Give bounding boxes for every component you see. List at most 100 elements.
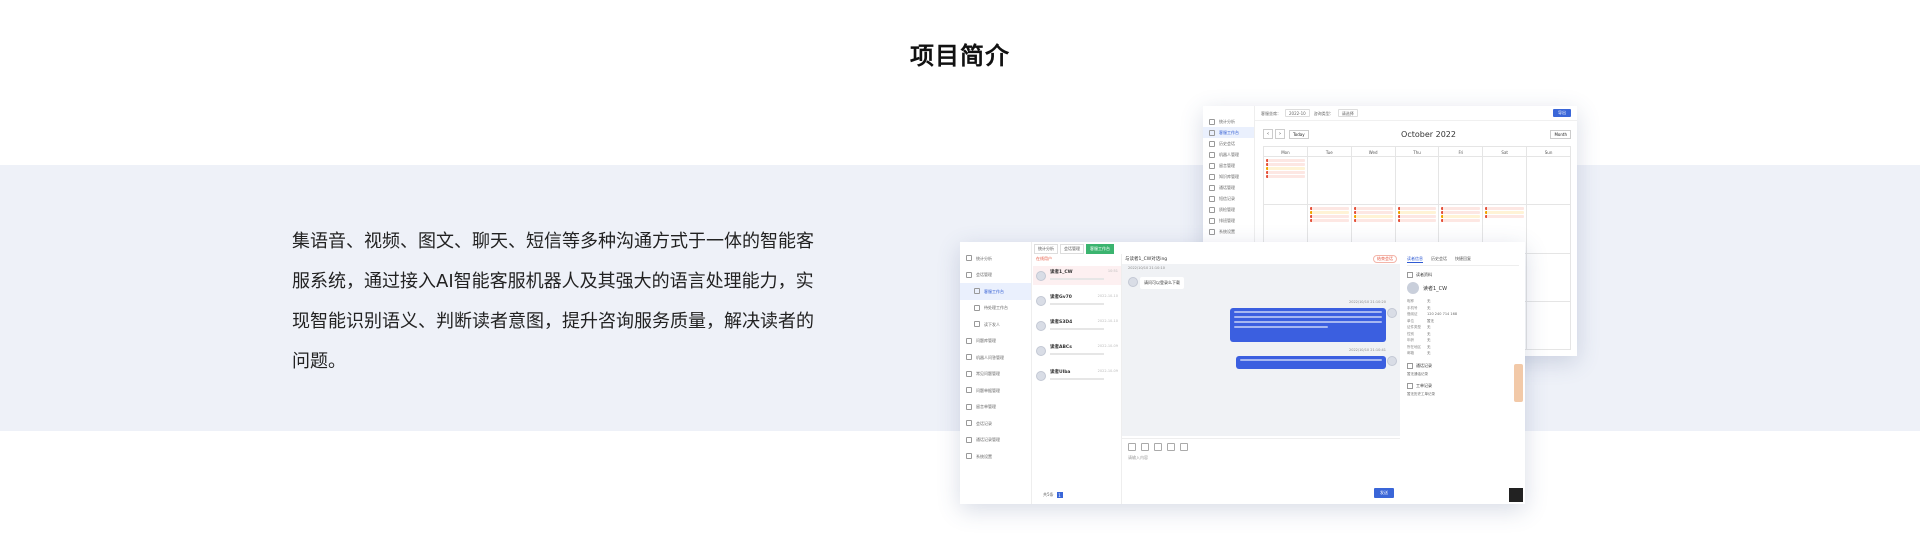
- calendar-event[interactable]: [1485, 207, 1525, 211]
- sidebar-item[interactable]: 统计分析: [960, 250, 1031, 267]
- calendar-event[interactable]: [1441, 215, 1481, 219]
- calendar-event[interactable]: [1309, 219, 1349, 223]
- month-view-button[interactable]: Month: [1550, 129, 1571, 139]
- sidebar-item[interactable]: 短信记录: [1203, 193, 1254, 204]
- sidebar-item[interactable]: 待处理工作台: [960, 300, 1031, 317]
- list-item[interactable]: 读者Ulba 2022-10-09: [1033, 366, 1121, 385]
- sidebar-item[interactable]: 留言单管理: [960, 399, 1031, 416]
- tab-stats[interactable]: 统计分析: [1034, 244, 1058, 254]
- contact-name: 读者1_CW: [1050, 270, 1073, 275]
- screenshot-icon[interactable]: [1154, 443, 1162, 451]
- calendar-event[interactable]: [1309, 207, 1349, 211]
- sidebar-item[interactable]: 问题库管理: [960, 333, 1031, 350]
- calendar-event[interactable]: [1397, 211, 1437, 215]
- calendar-event[interactable]: [1309, 215, 1349, 219]
- quick-reply-icon[interactable]: [1180, 443, 1188, 451]
- calendar-day-cell[interactable]: [1527, 157, 1571, 206]
- sidebar-item[interactable]: 客服工作台: [960, 283, 1031, 300]
- calendar-day-cell[interactable]: [1395, 157, 1440, 206]
- sidebar-item[interactable]: 系统设置: [1203, 226, 1254, 237]
- sidebar-item[interactable]: 留言管理: [1203, 160, 1254, 171]
- tab-quick-reply[interactable]: 快捷回复: [1455, 256, 1471, 263]
- sidebar-item[interactable]: 问题单据管理: [960, 382, 1031, 399]
- export-button[interactable]: 导出: [1553, 109, 1571, 117]
- calendar-event[interactable]: [1397, 219, 1437, 223]
- calendar-event[interactable]: [1485, 211, 1525, 215]
- agent-avatar: [1387, 308, 1397, 318]
- description-line: 集语音、视频、图文、聊天、短信等多种沟通方式于一体的智能客: [292, 231, 814, 252]
- sidebar-item[interactable]: 会话管理: [960, 267, 1031, 284]
- tab-sessions[interactable]: 会话管理: [1060, 244, 1084, 254]
- sidebar-item[interactable]: 会话记录: [960, 415, 1031, 432]
- list-item[interactable]: 读者S3D4 2022-10-10: [1033, 316, 1121, 335]
- sidebar-item[interactable]: 读下发人: [960, 316, 1031, 333]
- avatar: [1036, 271, 1046, 281]
- month-select[interactable]: 2022-10: [1285, 109, 1310, 117]
- calendar-event[interactable]: [1309, 211, 1349, 215]
- sidebar-item[interactable]: 机器人管理: [1203, 149, 1254, 160]
- sidebar-item[interactable]: 常见问题管理: [960, 366, 1031, 383]
- message-input[interactable]: 请输入内容: [1122, 455, 1400, 461]
- calendar-day-cell[interactable]: [1527, 205, 1571, 254]
- end-session-button[interactable]: 结束会话: [1373, 255, 1397, 263]
- calendar-event[interactable]: [1266, 159, 1305, 162]
- today-button[interactable]: Today: [1289, 129, 1309, 139]
- list-item[interactable]: 读者Gv70 2022-10-10: [1033, 291, 1121, 310]
- sidebar-item[interactable]: 机器人问答管理: [960, 349, 1031, 366]
- send-button[interactable]: 发送: [1374, 488, 1394, 498]
- tab-history[interactable]: 历史会话: [1431, 256, 1447, 263]
- list-item[interactable]: 读者ABCs 2022-10-09: [1033, 341, 1121, 360]
- menu-icon: [966, 255, 972, 262]
- calendar-event[interactable]: [1266, 175, 1305, 178]
- chevron-right-icon[interactable]: ›: [1275, 129, 1285, 139]
- calendar-day-cell[interactable]: [1351, 157, 1396, 206]
- sidebar-item-active[interactable]: 客服工作台: [1203, 127, 1254, 138]
- sidebar-item[interactable]: 统计分析: [1203, 116, 1254, 127]
- calendar-event[interactable]: [1266, 163, 1305, 166]
- calendar-day-cell[interactable]: [1307, 157, 1352, 206]
- calendar-event[interactable]: [1353, 207, 1393, 211]
- menu-icon: [1209, 173, 1215, 180]
- tab-workbench[interactable]: 客服工作台: [1086, 244, 1114, 254]
- reader-field: 邮箱 无: [1407, 350, 1519, 357]
- compose-area: 请输入内容 发送: [1122, 438, 1400, 504]
- menu-icon: [966, 387, 972, 394]
- calendar-event[interactable]: [1441, 207, 1481, 211]
- sidebar-item[interactable]: 系统设置: [960, 448, 1031, 465]
- calendar-event[interactable]: [1441, 211, 1481, 215]
- calendar-event[interactable]: [1397, 207, 1437, 211]
- section-title: 项目简介: [910, 41, 1010, 70]
- tab-reader-info[interactable]: 读者信息: [1407, 256, 1423, 263]
- emoji-icon[interactable]: [1128, 443, 1136, 451]
- calendar-event[interactable]: [1353, 219, 1393, 223]
- chevron-left-icon[interactable]: ‹: [1263, 129, 1273, 139]
- calendar-event[interactable]: [1266, 167, 1305, 170]
- sidebar-item[interactable]: 排班管理: [1203, 215, 1254, 226]
- contact-time: 2022-10-10: [1097, 319, 1118, 323]
- folder-icon[interactable]: [1167, 443, 1175, 451]
- field-value: 无: [1427, 351, 1431, 355]
- sidebar-item[interactable]: 通话记录管理: [960, 432, 1031, 449]
- calendar-day-cell[interactable]: [1439, 157, 1484, 206]
- calendar-header: ‹ › Today October 2022 Month: [1263, 128, 1571, 140]
- list-item[interactable]: 读者1_CW 10:51: [1033, 266, 1121, 285]
- calendar-event[interactable]: [1485, 215, 1525, 219]
- calendar-event[interactable]: [1441, 219, 1481, 223]
- type-select[interactable]: 请选择: [1337, 109, 1358, 117]
- sidebar-item[interactable]: 通话管理: [1203, 182, 1254, 193]
- calendar-day-cell[interactable]: [1527, 301, 1571, 350]
- sidebar-item[interactable]: 历史会话: [1203, 138, 1254, 149]
- floating-side-tab[interactable]: [1514, 364, 1523, 402]
- sidebar-item[interactable]: 质检管理: [1203, 204, 1254, 215]
- calendar-event[interactable]: [1266, 171, 1305, 174]
- image-icon[interactable]: [1141, 443, 1149, 451]
- calendar-day-cell[interactable]: [1264, 157, 1308, 206]
- calendar-day-cell[interactable]: [1527, 253, 1571, 302]
- calendar-event[interactable]: [1353, 215, 1393, 219]
- sidebar-item[interactable]: 知识库管理: [1203, 171, 1254, 182]
- calendar-event[interactable]: [1353, 211, 1393, 215]
- calendar-day-cell[interactable]: [1483, 157, 1528, 206]
- pager-page-button[interactable]: 1: [1056, 492, 1063, 498]
- info-tabs: 读者信息 历史会话 快捷回复: [1407, 256, 1519, 266]
- calendar-event[interactable]: [1397, 215, 1437, 219]
